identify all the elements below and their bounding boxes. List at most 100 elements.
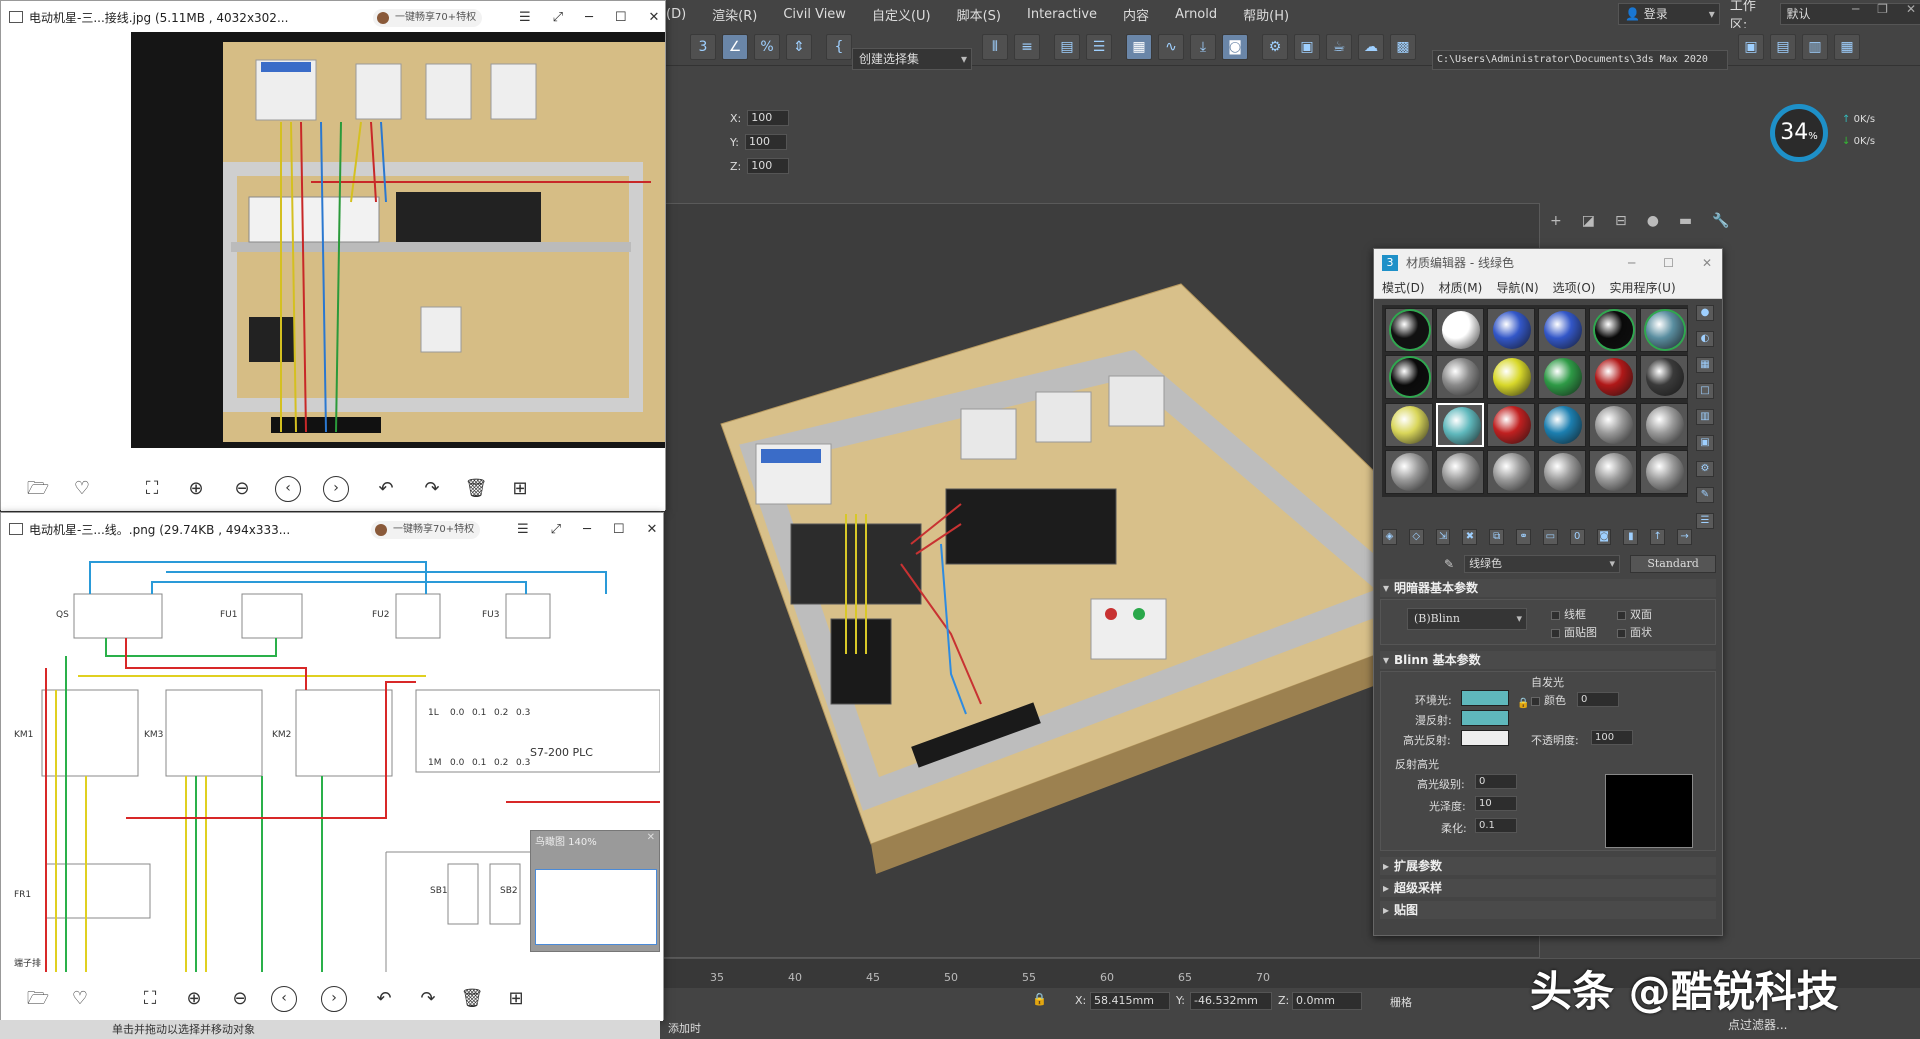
menu-navigation[interactable]: 导航(N) [1496, 279, 1538, 296]
panel-photo[interactable] [131, 32, 665, 448]
wire-option[interactable]: 线框 [1551, 606, 1586, 622]
show-shaded-icon[interactable]: ◙ [1596, 529, 1612, 545]
render-active-icon[interactable]: ▩ [1390, 34, 1416, 60]
material-slot[interactable] [1538, 402, 1586, 447]
zoom-in-icon[interactable]: ⊕ [181, 986, 207, 1012]
material-slot[interactable] [1436, 402, 1484, 447]
open-folder-icon[interactable]: 🗁 [25, 986, 51, 1012]
opacity-spinner[interactable]: 100 [1591, 730, 1633, 745]
menu-mode[interactable]: 模式(D) [1382, 279, 1425, 296]
viewer1-promo-badge[interactable]: 一键畅享70+特权 [373, 9, 483, 27]
backlight-icon[interactable]: ◐ [1696, 331, 1714, 347]
rotate-left-icon[interactable]: ↶ [373, 476, 399, 502]
angle-snap-icon[interactable]: ∠ [722, 34, 748, 60]
display-tab-icon[interactable]: ▬ [1679, 213, 1692, 229]
zoom-in-icon[interactable]: ⊕ [183, 476, 209, 502]
scene-explorer-icon[interactable]: ▤ [1054, 34, 1080, 60]
face-map-option[interactable]: 面贴图 [1551, 624, 1597, 640]
maximize-icon[interactable]: ☐ [613, 513, 625, 547]
fullscreen-icon[interactable]: ⤢ [553, 1, 563, 35]
close-icon[interactable]: ✕ [1906, 2, 1916, 16]
favorite-icon[interactable]: ♡ [67, 986, 93, 1012]
zoom-out-icon[interactable]: ⊖ [227, 986, 253, 1012]
project-icon-4[interactable]: ▦ [1834, 34, 1860, 60]
assign-to-selection-icon[interactable]: ⇲ [1435, 529, 1451, 545]
extended-params-rollout[interactable]: 扩展参数 [1380, 857, 1716, 875]
material-slot[interactable] [1640, 308, 1688, 352]
menu-options[interactable]: 选项(O) [1553, 279, 1596, 296]
reset-map-icon[interactable]: ✖ [1462, 529, 1478, 545]
fullscreen-icon[interactable]: ⤢ [551, 513, 561, 547]
menu-item-content[interactable]: 内容 [1123, 5, 1149, 24]
make-unique-icon[interactable]: ⚭ [1516, 529, 1531, 545]
material-slot[interactable] [1538, 449, 1586, 494]
faceted-checkbox[interactable] [1617, 628, 1626, 638]
menu-icon[interactable]: ☰ [517, 513, 529, 547]
material-type-button[interactable]: Standard [1630, 555, 1717, 573]
menu-item-help[interactable]: 帮助(H) [1243, 5, 1289, 24]
menu-item-render[interactable]: 渲染(R) [712, 5, 757, 24]
project-icon-3[interactable]: ▥ [1802, 34, 1828, 60]
menu-material[interactable]: 材质(M) [1439, 279, 1483, 296]
render-icon[interactable]: ☕ [1326, 34, 1352, 60]
glossiness-spinner[interactable]: 10 [1475, 796, 1517, 811]
close-icon[interactable]: ✕ [647, 832, 655, 843]
apps-icon[interactable]: ⊞ [507, 476, 533, 502]
x-spinner[interactable]: 100 [747, 110, 790, 126]
material-id-icon[interactable]: 0 [1569, 529, 1585, 545]
selection-lock-icon[interactable]: 🔒 [1032, 992, 1047, 1006]
eyedropper-icon[interactable]: ✎ [1444, 557, 1454, 571]
viewer2-promo-badge[interactable]: 一键畅享70+特权 [371, 521, 481, 539]
menu-item[interactable]: (D) [666, 7, 686, 22]
material-slot[interactable] [1385, 355, 1433, 400]
two-sided-checkbox[interactable] [1617, 610, 1626, 620]
percent-snap-icon[interactable]: % [754, 34, 780, 60]
menu-utilities[interactable]: 实用程序(U) [1609, 279, 1675, 296]
rotate-right-icon[interactable]: ↷ [419, 476, 445, 502]
material-slot[interactable] [1487, 449, 1535, 494]
material-slot[interactable] [1487, 355, 1535, 400]
lock-icon[interactable]: 🔒 [1517, 698, 1529, 709]
status-z-field[interactable]: 0.0mm [1292, 992, 1362, 1010]
previous-icon[interactable]: ‹ [275, 476, 301, 502]
material-name-field[interactable]: 线绿色 [1464, 555, 1621, 573]
shader-dropdown[interactable]: (B)Blinn [1407, 608, 1527, 630]
crop-icon[interactable]: ⛶ [139, 476, 165, 502]
favorite-icon[interactable]: ♡ [69, 476, 95, 502]
faceted-option[interactable]: 面状 [1617, 624, 1652, 640]
selection-set-dropdown[interactable]: 创建选择集 [852, 48, 972, 70]
align-icon[interactable]: ≡ [1014, 34, 1040, 60]
zoom-out-icon[interactable]: ⊖ [229, 476, 255, 502]
uv-tiling-icon[interactable]: □ [1696, 383, 1714, 399]
close-icon[interactable]: ✕ [649, 1, 660, 35]
previous-icon[interactable]: ‹ [271, 986, 297, 1012]
material-slot[interactable] [1487, 308, 1535, 352]
self-illum-color-option[interactable]: 颜色 [1531, 692, 1566, 708]
menu-item-script[interactable]: 脚本(S) [957, 5, 1001, 24]
maximize-icon[interactable]: ☐ [615, 1, 627, 35]
video-color-icon[interactable]: ▥ [1696, 409, 1714, 425]
hierarchy-tab-icon[interactable]: ⊟ [1615, 213, 1627, 229]
material-slot[interactable] [1436, 308, 1484, 352]
copy-material-icon[interactable]: ⧉ [1489, 529, 1505, 545]
material-slot[interactable] [1589, 308, 1637, 352]
apps-icon[interactable]: ⊞ [503, 986, 529, 1012]
close-icon[interactable]: ✕ [647, 513, 658, 547]
rotate-left-icon[interactable]: ↶ [371, 986, 397, 1012]
open-folder-icon[interactable]: 🗁 [25, 476, 51, 502]
supersampling-rollout[interactable]: 超级采样 [1380, 879, 1716, 897]
menu-item-arnold[interactable]: Arnold [1175, 7, 1217, 22]
menu-item-civil-view[interactable]: Civil View [783, 7, 846, 22]
next-icon[interactable]: › [323, 476, 349, 502]
show-end-result-icon[interactable]: ▮ [1623, 529, 1639, 545]
render-setup-icon[interactable]: ⚙ [1262, 34, 1288, 60]
crop-icon[interactable]: ⛶ [137, 986, 163, 1012]
navigator-panel[interactable]: 鸟瞰图 140% ✕ [530, 830, 660, 952]
select-by-material-icon[interactable]: ✎ [1696, 487, 1714, 503]
modify-tab-icon[interactable]: ◪ [1582, 213, 1595, 229]
face-map-checkbox[interactable] [1551, 628, 1560, 638]
diffuse-swatch[interactable] [1461, 710, 1509, 726]
spec-level-spinner[interactable]: 0 [1475, 774, 1517, 789]
named-selection-icon[interactable]: { [826, 34, 852, 60]
make-preview-icon[interactable]: ▣ [1696, 435, 1714, 451]
